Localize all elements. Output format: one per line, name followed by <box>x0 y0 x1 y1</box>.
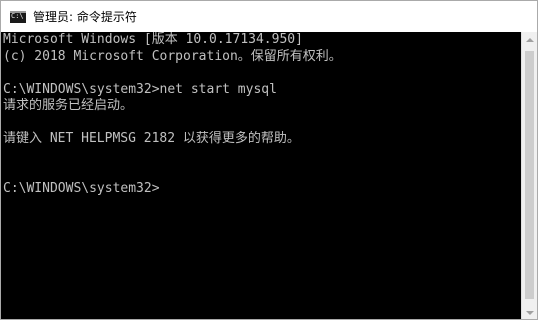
scroll-up-arrow-icon <box>525 38 534 42</box>
vertical-scrollbar[interactable] <box>521 32 537 319</box>
scrollbar-thumb[interactable] <box>525 51 534 299</box>
command-prompt-icon[interactable]: C:\ <box>10 10 26 23</box>
scroll-up-button[interactable] <box>522 32 537 48</box>
scroll-down-arrow-icon <box>525 311 534 315</box>
window-title: 管理员: 命令提示符 <box>33 10 137 24</box>
console-output[interactable]: Microsoft Windows [版本 10.0.17134.950] (c… <box>1 32 522 319</box>
console-line: 请求的服务已经启动。 <box>3 98 134 113</box>
command-prompt-window: C:\ 管理员: 命令提示符 Microsoft Windows [版本 10.… <box>0 0 538 320</box>
title-bar[interactable]: C:\ 管理员: 命令提示符 <box>1 1 537 32</box>
console-line: C:\WINDOWS\system32>net start mysql <box>3 81 277 97</box>
console-line: 请键入 NET HELPMSG 2182 以获得更多的帮助。 <box>3 131 300 146</box>
console-line: Microsoft Windows [版本 10.0.17134.950] <box>3 32 303 47</box>
console-line: (c) 2018 Microsoft Corporation。保留所有权利。 <box>3 48 342 64</box>
command-prompt-icon-glyph: C:\ <box>11 11 24 20</box>
scroll-down-button[interactable] <box>522 305 537 319</box>
console-prompt-line[interactable]: C:\WINDOWS\system32> <box>3 181 522 198</box>
